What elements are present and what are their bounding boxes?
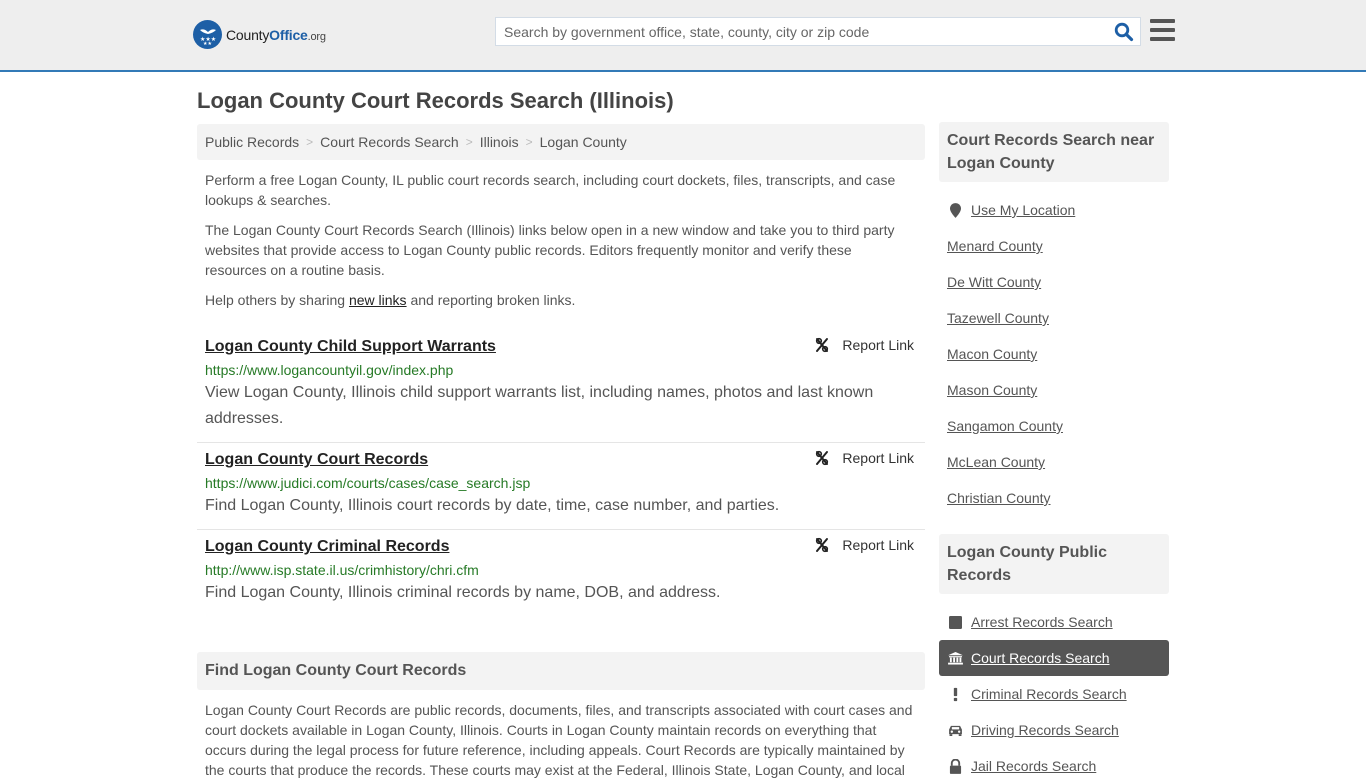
nearby-county-link[interactable]: Sangamon County — [947, 418, 1063, 434]
nearby-county-item: McLean County — [939, 444, 1169, 480]
logo-text: CountyOffice.org — [226, 26, 326, 43]
breadcrumb-court-records-search[interactable]: Court Records Search — [320, 134, 459, 150]
result-url: https://www.judici.com/courts/cases/case… — [205, 475, 531, 491]
public-records-item-criminal: Criminal Records Search — [939, 676, 1169, 712]
nearby-county-link[interactable]: Mason County — [947, 382, 1037, 398]
intro-paragraph: The Logan County Court Records Search (I… — [205, 222, 895, 278]
search-button[interactable] — [1114, 22, 1134, 42]
criminal-records-link[interactable]: Criminal Records Search — [971, 686, 1127, 702]
intro-paragraph-share: Help others by sharing new links and rep… — [205, 292, 576, 308]
court-records-link[interactable]: Court Records Search — [971, 650, 1110, 666]
report-link-button[interactable]: Report Link — [814, 450, 914, 466]
intro-text: Perform a free Logan County, IL public c… — [197, 170, 925, 310]
map-marker-icon — [947, 202, 963, 218]
breadcrumb-separator: > — [306, 135, 314, 149]
site-header: ★★★ ★★ CountyOffice.org — [0, 0, 1366, 72]
page-title: Logan County Court Records Search (Illin… — [197, 88, 674, 113]
breadcrumb: Public Records > Court Records Search > … — [197, 124, 925, 160]
nearby-county-item: Sangamon County — [939, 408, 1169, 444]
result-item: Logan County Court Records Report Link h… — [197, 443, 925, 530]
find-section-heading: Find Logan County Court Records — [197, 652, 925, 690]
public-records-item-arrest: Arrest Records Search — [939, 604, 1169, 640]
result-item: Logan County Child Support Warrants Repo… — [197, 330, 925, 443]
search-input[interactable] — [496, 18, 1106, 45]
broken-link-icon — [816, 537, 829, 553]
result-item: Logan County Criminal Records Report Lin… — [197, 530, 925, 616]
nearby-county-link[interactable]: De Witt County — [947, 274, 1041, 290]
courthouse-icon — [947, 650, 963, 666]
lock-icon — [947, 758, 963, 774]
result-description: View Logan County, Illinois child suppor… — [205, 384, 874, 427]
nearby-list: Use My Location Menard County De Witt Co… — [939, 182, 1169, 516]
jail-records-link[interactable]: Jail Records Search — [971, 758, 1096, 774]
breadcrumb-illinois[interactable]: Illinois — [480, 134, 519, 150]
result-title-link[interactable]: Logan County Child Support Warrants — [205, 336, 496, 358]
nearby-county-item: Menard County — [939, 228, 1169, 264]
breadcrumb-separator: > — [465, 135, 473, 149]
new-links-link[interactable]: new links — [349, 292, 407, 308]
result-description: Find Logan County, Illinois court record… — [205, 497, 780, 514]
nearby-county-item: Macon County — [939, 336, 1169, 372]
exclamation-icon — [947, 686, 963, 702]
intro-paragraph: Perform a free Logan County, IL public c… — [205, 172, 896, 208]
broken-link-icon — [816, 337, 829, 353]
breadcrumb-public-records[interactable]: Public Records — [205, 134, 299, 150]
logo-link[interactable]: ★★★ ★★ CountyOffice.org — [193, 20, 326, 49]
nearby-county-item: Tazewell County — [939, 300, 1169, 336]
breadcrumb-separator: > — [525, 135, 533, 149]
broken-link-icon — [816, 450, 829, 466]
nearby-county-link[interactable]: Tazewell County — [947, 310, 1049, 326]
nearby-heading: Court Records Search near Logan County — [939, 122, 1169, 182]
main-content: Public Records > Court Records Search > … — [197, 124, 925, 780]
svg-text:★★: ★★ — [203, 41, 212, 46]
search-icon — [1114, 22, 1134, 42]
public-records-heading: Logan County Public Records — [939, 534, 1169, 594]
public-records-item-driving: Driving Records Search — [939, 712, 1169, 748]
hamburger-menu-icon[interactable] — [1150, 19, 1175, 41]
report-link-button[interactable]: Report Link — [814, 537, 914, 553]
public-records-item-jail: Jail Records Search — [939, 748, 1169, 784]
nearby-county-link[interactable]: Menard County — [947, 238, 1043, 254]
breadcrumb-logan-county[interactable]: Logan County — [540, 134, 627, 150]
search-box — [495, 17, 1141, 46]
report-link-button[interactable]: Report Link — [814, 337, 914, 353]
result-title-link[interactable]: Logan County Court Records — [205, 449, 428, 471]
nearby-county-item: Christian County — [939, 480, 1169, 516]
public-records-item-court: Court Records Search — [939, 640, 1169, 676]
find-section-body: Logan County Court Records are public re… — [205, 702, 913, 778]
sidebar: Court Records Search near Logan County U… — [939, 122, 1169, 784]
use-my-location-link[interactable]: Use My Location — [971, 202, 1075, 218]
use-my-location-item: Use My Location — [939, 192, 1169, 228]
public-records-list: Arrest Records Search Court Records Sear… — [939, 594, 1169, 784]
arrest-records-link[interactable]: Arrest Records Search — [971, 614, 1113, 630]
nearby-county-link[interactable]: Macon County — [947, 346, 1037, 362]
result-url: https://www.logancountyil.gov/index.php — [205, 362, 454, 378]
driving-records-link[interactable]: Driving Records Search — [971, 722, 1119, 738]
car-icon — [947, 722, 963, 738]
nearby-county-item: Mason County — [939, 372, 1169, 408]
result-title-link[interactable]: Logan County Criminal Records — [205, 536, 449, 558]
result-url: http://www.isp.state.il.us/crimhistory/c… — [205, 562, 479, 578]
square-icon — [947, 614, 963, 630]
nearby-county-link[interactable]: Christian County — [947, 490, 1051, 506]
nearby-county-link[interactable]: McLean County — [947, 454, 1045, 470]
result-description: Find Logan County, Illinois criminal rec… — [205, 584, 721, 601]
logo-eagle-icon: ★★★ ★★ — [193, 20, 222, 49]
nearby-county-item: De Witt County — [939, 264, 1169, 300]
